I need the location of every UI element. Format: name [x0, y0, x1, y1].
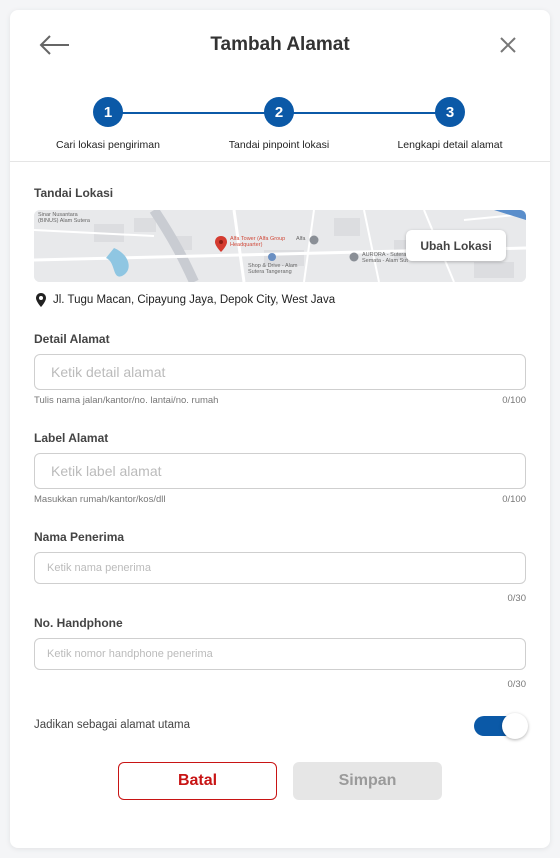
- recipient-name-counter: 0/30: [507, 593, 527, 604]
- address-label-label: Label Alamat: [34, 431, 109, 445]
- detail-address-input[interactable]: [51, 364, 509, 380]
- phone-field[interactable]: [34, 638, 526, 670]
- phone-label: No. Handphone: [34, 616, 123, 630]
- selected-address: Jl. Tugu Macan, Cipayung Jaya, Depok Cit…: [34, 292, 335, 308]
- address-label-hint: Masukkan rumah/kantor/kos/dll: [34, 494, 166, 505]
- recipient-name-field[interactable]: [34, 552, 526, 584]
- step-1-circle: 1: [93, 97, 123, 127]
- change-location-button[interactable]: Ubah Lokasi: [406, 230, 506, 261]
- location-section-label: Tandai Lokasi: [34, 186, 114, 200]
- header: Tambah Alamat: [10, 10, 550, 80]
- map-label-tower: Alfa Tower (Alfa Group Headquarter): [230, 236, 286, 249]
- save-button[interactable]: Simpan: [293, 762, 442, 800]
- step-3-circle: 3: [435, 97, 465, 127]
- detail-address-label: Detail Alamat: [34, 332, 110, 346]
- recipient-name-label: Nama Penerima: [34, 530, 125, 544]
- toggle-knob: [502, 713, 528, 739]
- map-label-aurora: AURORA - Sutera Semata - Alam Sut: [362, 252, 408, 265]
- header-divider: [10, 161, 550, 162]
- step-3-label: Lengkapi detail alamat: [397, 139, 503, 151]
- address-text: Jl. Tugu Macan, Cipayung Jaya, Depok Cit…: [53, 294, 336, 306]
- map-label-shop: Shop & Drive - Alam Sutera Tangerang: [248, 263, 298, 276]
- phone-counter: 0/30: [507, 679, 527, 690]
- address-label-field[interactable]: [34, 453, 526, 489]
- step-2-circle: 2: [264, 97, 294, 127]
- location-map[interactable]: Sinar Nusantara (BINUS) Alam Sutera Alfa…: [34, 210, 526, 282]
- recipient-name-input[interactable]: [47, 562, 513, 574]
- address-label-input[interactable]: [51, 463, 509, 479]
- close-icon: [500, 37, 516, 53]
- detail-address-field[interactable]: [34, 354, 526, 390]
- location-pin-icon: [36, 293, 46, 307]
- add-address-card: Tambah Alamat 1 2 3 Cari lokasi pengirim…: [10, 10, 550, 848]
- address-label-counter: 0/100: [502, 494, 526, 505]
- phone-input[interactable]: [47, 648, 513, 660]
- progress-stepper: 1 2 3 Cari lokasi pengiriman Tandai pinp…: [10, 88, 550, 158]
- detail-address-hint: Tulis nama jalan/kantor/no. lantai/no. r…: [34, 395, 219, 406]
- map-label-binus: Sinar Nusantara (BINUS) Alam Sutera: [38, 212, 90, 225]
- main-address-toggle-label: Jadikan sebagai alamat utama: [34, 719, 190, 731]
- step-2-label: Tandai pinpoint lokasi: [228, 139, 330, 151]
- step-1-label: Cari lokasi pengiriman: [56, 139, 160, 151]
- map-label-alfa: Alfa: [296, 236, 306, 242]
- close-button[interactable]: [496, 34, 520, 56]
- cancel-button[interactable]: Batal: [118, 762, 277, 800]
- detail-address-counter: 0/100: [502, 395, 526, 406]
- page-title: Tambah Alamat: [210, 34, 350, 55]
- main-address-toggle[interactable]: [474, 713, 528, 739]
